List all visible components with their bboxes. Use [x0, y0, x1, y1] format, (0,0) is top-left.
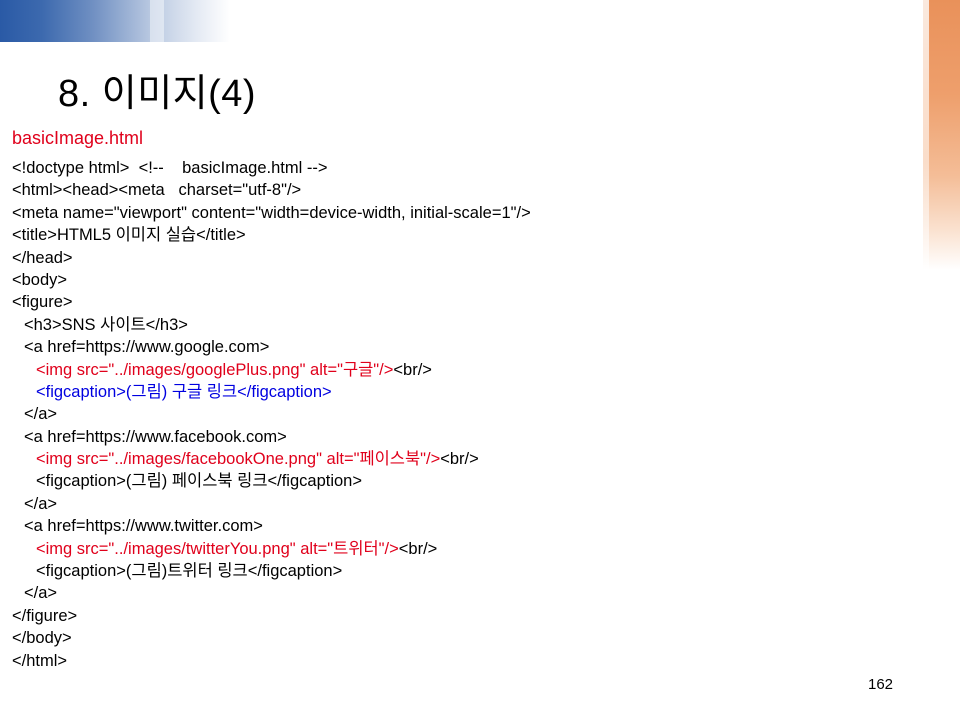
code-line-anchor-close: </a> [24, 405, 58, 424]
code-br-tag: <br/> [440, 450, 479, 469]
side-decorative-band [923, 0, 960, 270]
code-line-body-close: </body> [12, 629, 72, 648]
code-line-img-twitter: <img src="../images/twitterYou.png" alt=… [12, 538, 912, 560]
code-line-figcaption-facebook: <figcaption>(그림) 페이스북 링크</figcaption> [36, 472, 362, 491]
code-line-anchor-close: </a> [24, 584, 58, 603]
page-number: 162 [868, 676, 894, 693]
code-line-h3: <h3>SNS 사이트</h3> [24, 315, 188, 334]
code-line-doctype: <!doctype html> <!-- basicImage.html --> [12, 159, 328, 177]
code-line-body-open: <body> [12, 270, 68, 289]
code-line-img-google: <img src="../images/googlePlus.png" alt=… [12, 359, 912, 381]
code-line-figcaption-twitter: <figcaption>(그림)트위터 링크</figcaption> [36, 562, 343, 581]
code-line-title: <title>HTML5 이미지 실습</title> [12, 226, 246, 245]
code-line-head-close: </head> [12, 248, 73, 267]
code-line-anchor-facebook: <a href=https://www.facebook.com> [24, 427, 287, 446]
file-name-label: basicImage.html [12, 128, 144, 148]
code-line-html-close: </html> [12, 651, 68, 670]
code-line-anchor-close: </a> [24, 494, 58, 513]
code-line-anchor-twitter: <a href=https://www.twitter.com> [24, 517, 263, 536]
code-br-tag: <br/> [393, 360, 432, 379]
code-line-figure-open: <figure> [12, 293, 73, 312]
code-line-anchor-google: <a href=https://www.google.com> [24, 338, 270, 357]
code-img-facebook-tag: <img src="../images/facebookOne.png" alt… [36, 450, 441, 469]
code-img-google-tag: <img src="../images/googlePlus.png" alt=… [36, 360, 394, 379]
code-line-img-facebook: <img src="../images/facebookOne.png" alt… [12, 448, 912, 470]
code-listing: <!doctype html> <!-- basicImage.html -->… [12, 157, 912, 672]
code-line-meta-viewport: <meta name="viewport" content="width=dev… [12, 203, 531, 222]
code-line-figcaption-google: <figcaption>(그림) 구글 링크</figcaption> [36, 382, 332, 401]
code-br-tag: <br/> [398, 539, 438, 558]
code-line-figure-close: </figure> [12, 606, 78, 625]
code-img-twitter-tag: <img src="../images/twitterYou.png" alt=… [36, 539, 399, 558]
slide-title: 8. 이미지(4) [58, 73, 257, 115]
top-decorative-band [0, 0, 230, 42]
code-line-html-head: <html><head><meta charset="utf-8"/> [12, 181, 302, 200]
